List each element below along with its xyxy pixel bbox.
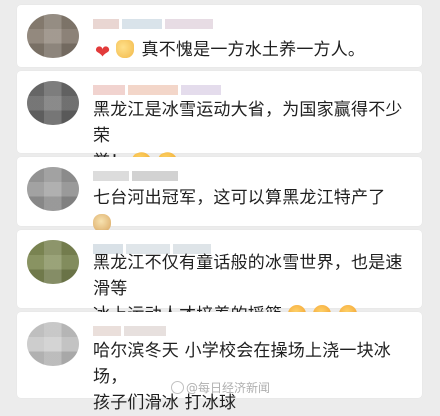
username-blurred[interactable] <box>93 19 216 29</box>
weibo-logo-icon <box>170 381 184 394</box>
comment-text: ❤ 真不愧是一方水土养一方人。 <box>93 37 404 66</box>
comment-line-1: 黑龙江是冰雪运动大省，为国家赢得不少荣 <box>93 100 403 146</box>
username-blurred[interactable] <box>93 326 169 336</box>
comment-card-1: ❤ 真不愧是一方水土养一方人。 <box>17 5 422 67</box>
avatar[interactable] <box>27 14 79 58</box>
avatar[interactable] <box>27 322 79 366</box>
avatar[interactable] <box>27 167 79 211</box>
thumbs-up-icon <box>115 40 134 58</box>
heart-icon: ❤ <box>95 42 111 63</box>
comment-card-4: 黑龙江不仅有童话般的冰雪世界，也是速滑等 冰上运动人才培养的摇篮 <box>17 230 422 325</box>
username-blurred[interactable] <box>93 171 181 181</box>
comment-text: 哈尔滨冬天 小学校会在操场上浇一块冰场， 孩子们滑冰 打冰球 <box>93 338 404 416</box>
username-blurred[interactable] <box>93 85 224 95</box>
comment-card-3: 七台河出冠军，这可以算黑龙江特产了 <box>17 157 422 232</box>
avatar[interactable] <box>27 240 79 284</box>
watermark: @每日经济新闻 <box>170 379 270 396</box>
comment-card-2: 黑龙江是冰雪运动大省，为国家赢得不少荣 誉！ <box>17 71 422 173</box>
comment-line-1: 黑龙江不仅有童话般的冰雪世界，也是速滑等 <box>93 253 403 299</box>
avatar[interactable] <box>27 81 79 125</box>
